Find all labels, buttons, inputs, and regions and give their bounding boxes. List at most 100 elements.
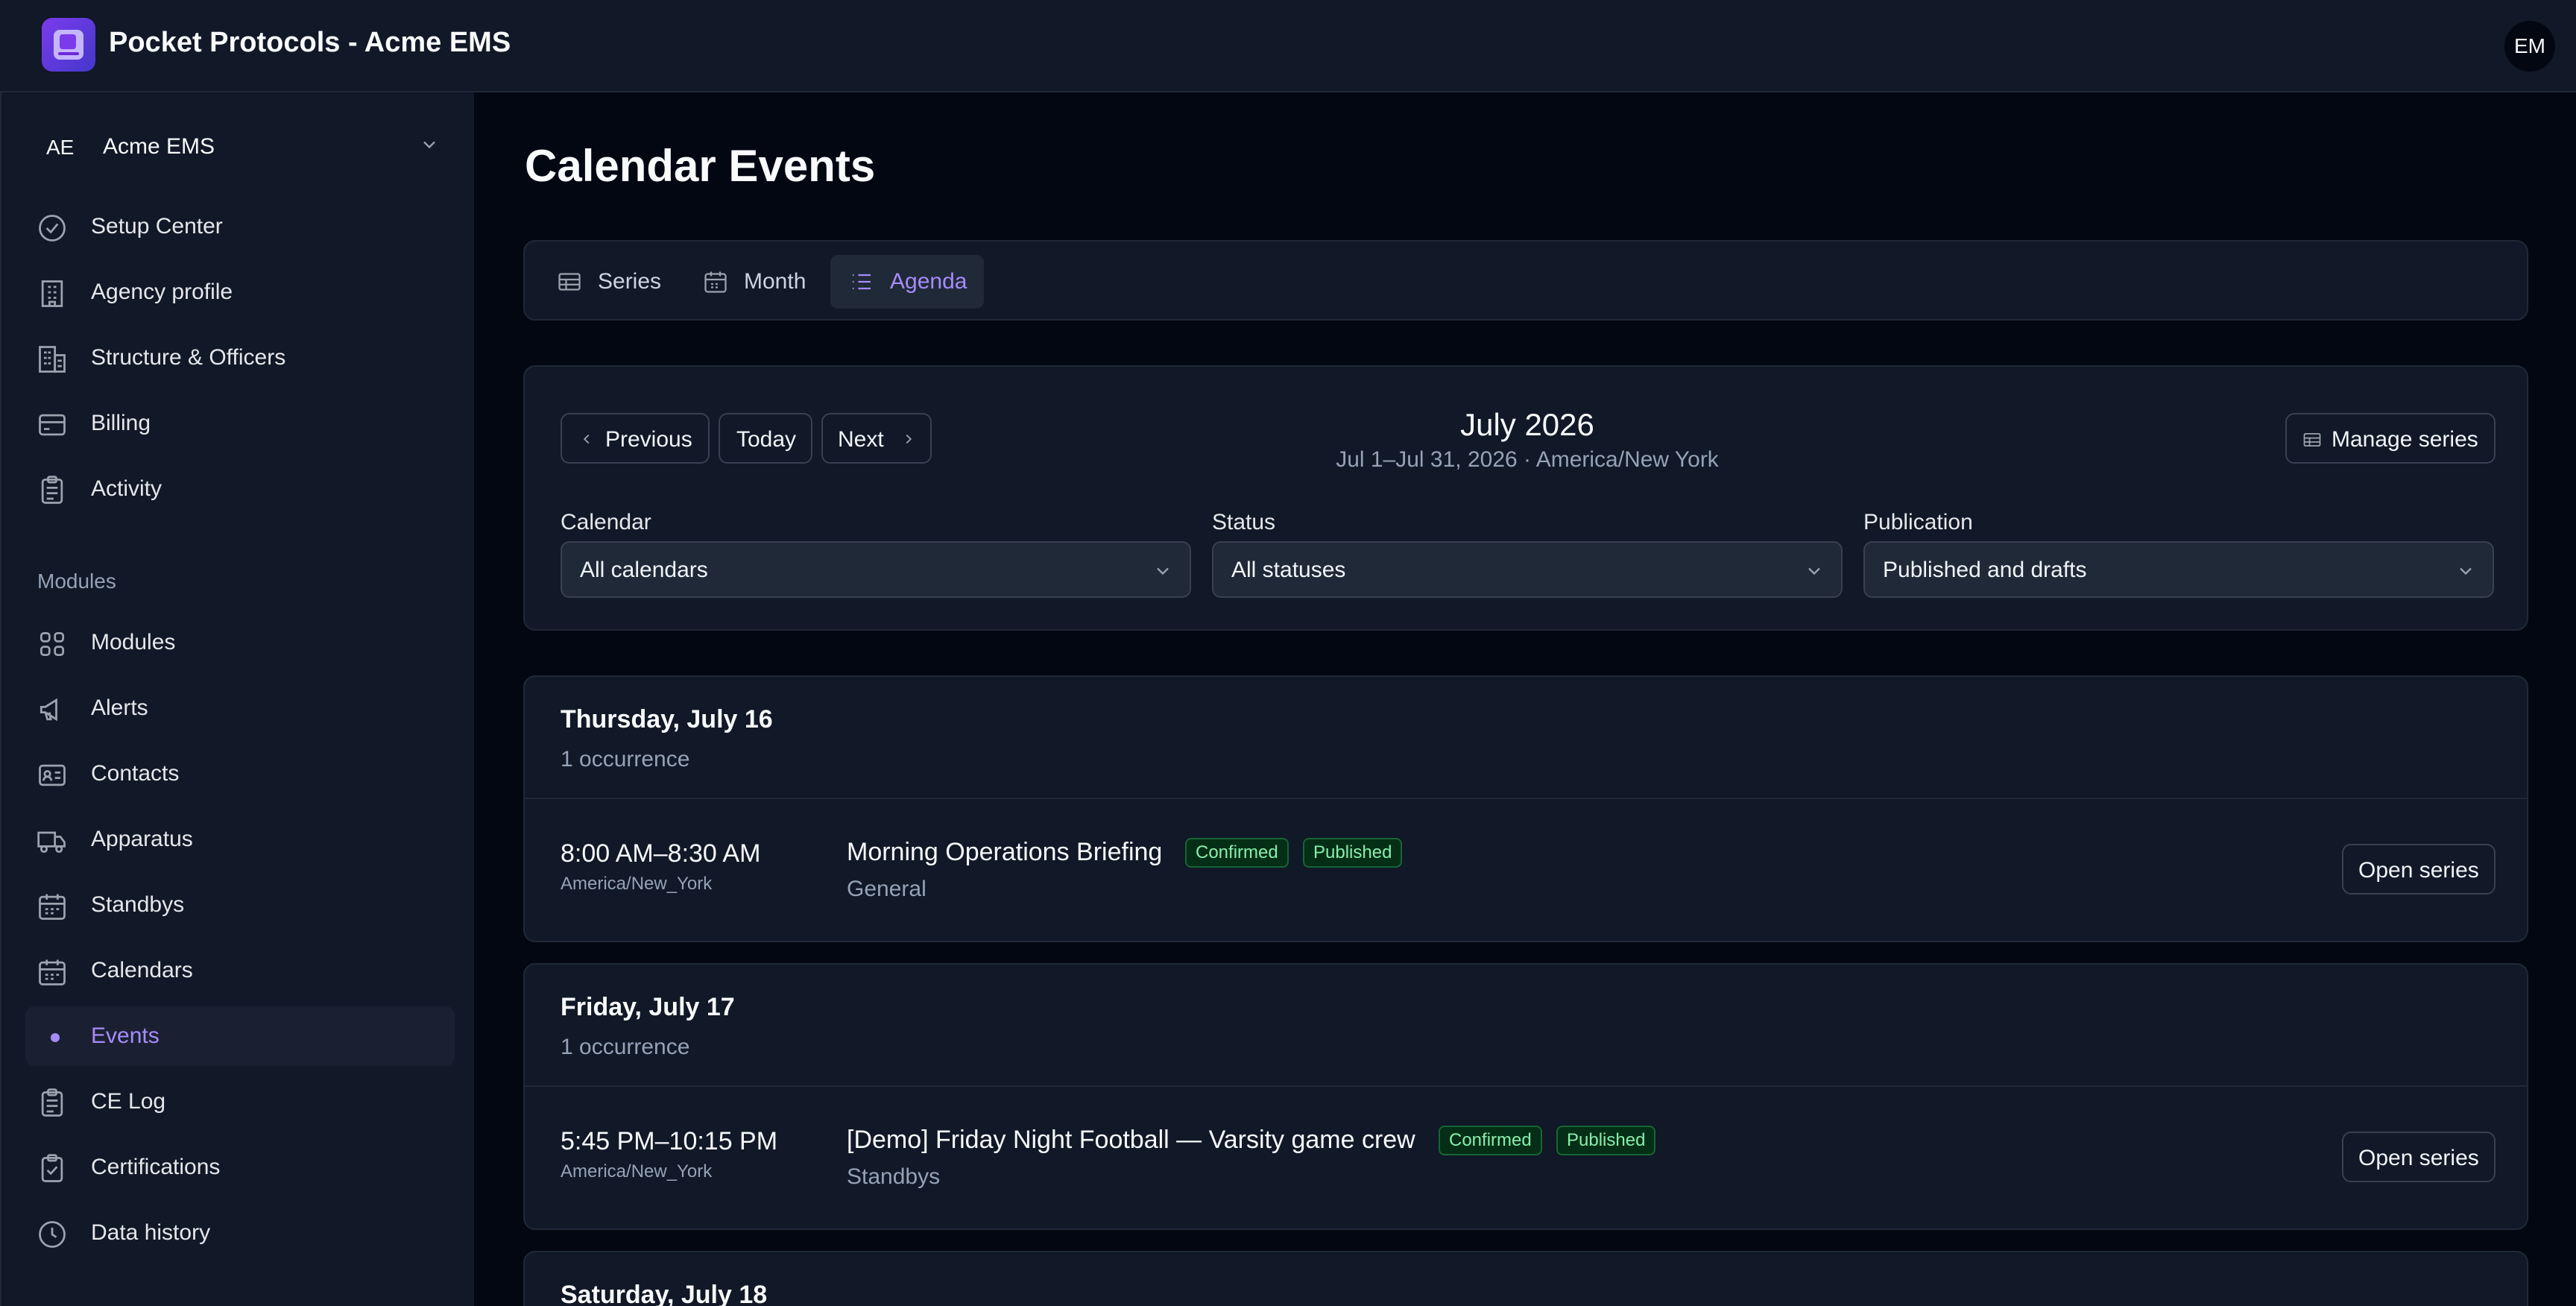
event-title[interactable]: [Demo] Friday Night Football — Varsity g…	[847, 1126, 1415, 1155]
calendar-icon	[39, 959, 66, 985]
event-time: 8:00 AM–8:30 AM	[561, 839, 761, 868]
chevron-down-icon	[1157, 567, 1169, 575]
agenda-day-group: Thursday, July 16 1 occurrence 8:00 AM–8…	[523, 675, 2528, 942]
view-tabs: Series Month Agenda	[523, 240, 2528, 321]
chevron-down-icon	[423, 141, 435, 149]
top-bar: Pocket Protocols - Acme EMS EM	[0, 0, 2576, 92]
sidebar-item-billing[interactable]: Billing	[25, 394, 455, 453]
tab-month[interactable]: Month	[684, 255, 814, 309]
sidebar-item-label: Events	[91, 1023, 160, 1048]
grid-icon	[40, 631, 65, 657]
agenda-day-group: Saturday, July 18	[523, 1251, 2528, 1306]
table-icon	[558, 273, 581, 291]
event-time: 5:45 PM–10:15 PM	[561, 1127, 778, 1155]
sidebar-item-label: Data history	[91, 1220, 211, 1245]
calendar-filter-label: Calendar	[561, 510, 651, 534]
open-series-button[interactable]: Open series	[2342, 844, 2496, 895]
event-timezone: America/New_York	[561, 874, 713, 894]
tab-label: Month	[744, 269, 806, 294]
sidebar-item-contacts[interactable]: Contacts	[25, 744, 455, 804]
open-series-label: Open series	[2358, 1146, 2479, 1170]
day-title: Saturday, July 18	[561, 1281, 768, 1306]
manage-series-button[interactable]: Manage series	[2285, 413, 2496, 464]
sidebar-item-ce-log[interactable]: CE Log	[25, 1072, 455, 1132]
publication-filter-label: Publication	[1863, 510, 1973, 534]
sidebar-item-label: Billing	[91, 411, 151, 435]
sidebar-item-label: Calendars	[91, 958, 193, 982]
occurrence-count: 1 occurrence	[561, 1035, 690, 1059]
clipboard-check-icon	[41, 1154, 63, 1182]
open-series-label: Open series	[2358, 858, 2479, 883]
contact-card-icon	[39, 764, 66, 786]
clipboard-icon	[41, 1088, 63, 1117]
truck-icon	[37, 831, 66, 854]
sidebar-item-structure-officers[interactable]: Structure & Officers	[25, 328, 455, 388]
day-title: Friday, July 17	[561, 993, 735, 1021]
tab-label: Agenda	[890, 269, 967, 294]
app-logo[interactable]	[42, 18, 95, 72]
buildings-icon	[39, 346, 66, 373]
sidebar-item-label: CE Log	[91, 1089, 166, 1114]
sidebar-item-label: Standbys	[91, 892, 185, 917]
divider	[525, 798, 2527, 799]
app-title: Pocket Protocols - Acme EMS	[109, 27, 511, 58]
chevron-down-icon	[2460, 567, 2472, 575]
sidebar-item-alerts[interactable]: Alerts	[25, 678, 455, 738]
period-title: July 2026	[1460, 407, 1594, 442]
sidebar-item-label: Certifications	[91, 1155, 221, 1179]
sidebar-item-calendars[interactable]: Calendars	[25, 941, 455, 1000]
sidebar-item-label: Alerts	[91, 695, 148, 720]
status-select[interactable]: All statuses	[1212, 541, 1843, 598]
status-select-value: All statuses	[1231, 558, 1346, 582]
publication-select-value: Published and drafts	[1883, 558, 2087, 582]
list-icon	[853, 274, 871, 290]
sidebar-item-activity[interactable]: Activity	[25, 459, 455, 519]
org-name: Acme EMS	[103, 134, 215, 159]
sidebar-item-label: Apparatus	[91, 827, 193, 851]
open-series-button[interactable]: Open series	[2342, 1132, 2496, 1182]
clipboard-icon	[41, 476, 63, 504]
credit-card-icon	[39, 414, 66, 436]
sidebar-item-events[interactable]: Events	[25, 1006, 455, 1066]
publication-badge: Published	[1303, 838, 1403, 868]
sidebar-item-standbys[interactable]: Standbys	[25, 875, 455, 935]
section-label-modules: Modules	[37, 570, 116, 593]
publication-select[interactable]: Published and drafts	[1863, 541, 2494, 598]
megaphone-icon	[40, 698, 57, 722]
sidebar-item-certifications[interactable]: Certifications	[25, 1138, 455, 1197]
sidebar-item-agency-profile[interactable]: Agency profile	[25, 262, 455, 322]
calendar-select[interactable]: All calendars	[561, 541, 1191, 598]
divider	[525, 1085, 2527, 1087]
calendar-select-value: All calendars	[580, 558, 708, 582]
event-title[interactable]: Morning Operations Briefing	[847, 838, 1162, 867]
sidebar: AE Acme EMS Setup Center Agency profile …	[0, 92, 474, 1306]
sidebar-item-label: Contacts	[91, 761, 180, 786]
clock-icon	[39, 1221, 66, 1248]
sidebar-item-label: Activity	[91, 476, 162, 501]
sidebar-item-modules[interactable]: Modules	[25, 613, 455, 672]
sidebar-item-label: Setup Center	[91, 214, 223, 239]
agenda-day-group: Friday, July 17 1 occurrence 5:45 PM–10:…	[523, 963, 2528, 1230]
day-title: Thursday, July 16	[561, 705, 773, 734]
table-icon	[2303, 432, 2321, 447]
tab-agenda[interactable]: Agenda	[830, 255, 984, 309]
sidebar-item-label: Agency profile	[91, 280, 233, 304]
chevron-down-icon	[1808, 567, 1820, 575]
sidebar-item-setup-center[interactable]: Setup Center	[25, 197, 455, 256]
occurrence-count: 1 occurrence	[561, 747, 690, 772]
tab-series[interactable]: Series	[538, 255, 671, 309]
sidebar-item-label: Structure & Officers	[91, 345, 286, 370]
tab-label: Series	[598, 269, 662, 294]
check-circle-icon	[39, 215, 66, 242]
sidebar-item-label: Modules	[91, 630, 176, 654]
manage-series-label: Manage series	[2332, 427, 2478, 452]
sidebar-item-data-history[interactable]: Data history	[25, 1203, 455, 1263]
event-calendar: Standbys	[847, 1164, 941, 1189]
org-switcher[interactable]: AE Acme EMS	[24, 125, 449, 167]
calendar-icon	[39, 894, 66, 920]
agenda-controls: Previous Today Next July 2026 Jul 1–Jul …	[523, 365, 2528, 631]
dot-icon	[51, 1033, 60, 1042]
user-avatar[interactable]: EM	[2504, 21, 2555, 72]
sidebar-item-apparatus[interactable]: Apparatus	[25, 810, 455, 869]
calendar-icon	[704, 271, 727, 293]
